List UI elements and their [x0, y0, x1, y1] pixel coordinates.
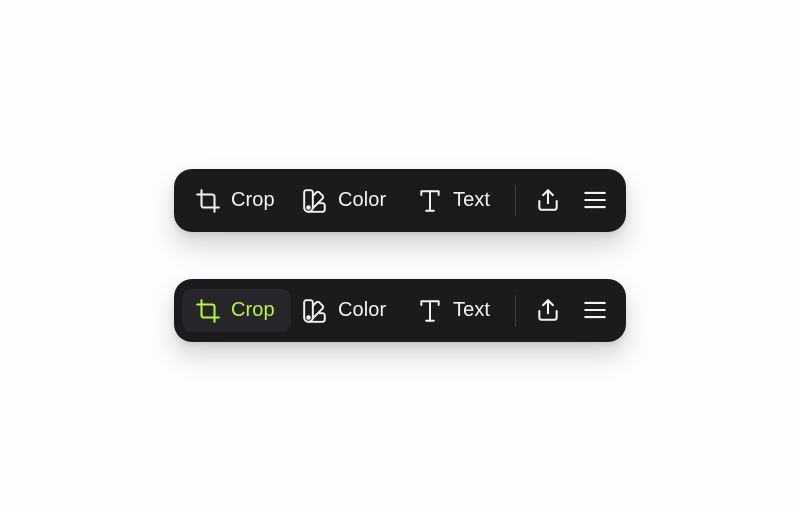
crop-label: Crop — [231, 189, 275, 211]
swatch-icon — [302, 188, 328, 214]
share-icon — [535, 187, 561, 213]
text-label: Text — [453, 189, 491, 211]
crop-tool-button[interactable]: Crop — [182, 179, 291, 222]
text-label: Text — [453, 299, 491, 321]
share-icon — [535, 297, 561, 323]
share-button[interactable] — [534, 296, 562, 324]
text-icon — [417, 188, 443, 214]
text-tool-button[interactable]: Text — [410, 179, 500, 222]
crop-icon — [195, 298, 221, 324]
toolbar-divider — [515, 295, 516, 326]
swatch-icon — [302, 298, 328, 324]
menu-button[interactable] — [581, 186, 609, 214]
toolbar-divider — [515, 185, 516, 216]
text-icon — [417, 298, 443, 324]
color-label: Color — [338, 299, 387, 321]
crop-icon — [195, 188, 221, 214]
share-button[interactable] — [534, 186, 562, 214]
toolbar-crop-selected: Crop Color Text — [174, 279, 626, 342]
color-label: Color — [338, 189, 387, 211]
color-tool-button[interactable]: Color — [296, 289, 396, 332]
menu-icon — [582, 297, 608, 323]
color-tool-button[interactable]: Color — [296, 179, 396, 222]
toolbar-default: Crop Color Text — [174, 169, 626, 232]
crop-tool-button-active[interactable]: Crop — [182, 289, 291, 332]
text-tool-button[interactable]: Text — [410, 289, 500, 332]
crop-label: Crop — [231, 299, 275, 321]
menu-button[interactable] — [581, 296, 609, 324]
menu-icon — [582, 187, 608, 213]
